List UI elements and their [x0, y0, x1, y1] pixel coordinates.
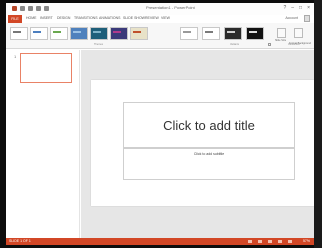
theme-accent-swatch [227, 31, 235, 33]
view-buttons [248, 240, 292, 243]
tab-design[interactable]: DESIGN [57, 16, 70, 20]
comments-icon[interactable] [258, 240, 262, 243]
tab-view[interactable]: VIEW [161, 16, 170, 20]
close-button[interactable]: × [307, 5, 310, 11]
theme-thumbnail[interactable] [110, 27, 128, 40]
normal-view-icon[interactable] [268, 240, 272, 243]
slide-sorter-icon[interactable] [278, 240, 282, 243]
title-placeholder-text: Click to add title [163, 117, 255, 133]
slide-thumbnail[interactable] [20, 53, 72, 83]
theme-accent-swatch [93, 31, 101, 33]
theme-thumbnail[interactable] [50, 27, 68, 40]
window-controls: ? – □ × [283, 5, 310, 11]
theme-accent-swatch [113, 31, 121, 33]
theme-thumbnail[interactable] [10, 27, 28, 40]
undo-icon[interactable] [28, 6, 33, 11]
theme-accent-swatch [133, 31, 141, 33]
slide-number: 1 [14, 54, 17, 59]
format-background-label: Format Background [289, 42, 311, 45]
theme-accent-swatch [249, 31, 257, 33]
group-label-themes: Themes [94, 43, 104, 46]
theme-accent-swatch [183, 31, 191, 33]
tab-transitions[interactable]: TRANSITIONS [74, 16, 98, 20]
variants-more-icon[interactable] [268, 43, 271, 46]
theme-accent-swatch [53, 31, 61, 33]
tab-slide-show[interactable]: SLIDE SHOW [123, 16, 145, 20]
title-bar: Presentation1 - PowerPoint ? – □ × [6, 3, 314, 15]
tab-file[interactable]: FILE [8, 15, 22, 23]
redo-icon[interactable] [36, 6, 41, 11]
group-label-variants: Variants [230, 43, 239, 46]
theme-accent-swatch [205, 31, 213, 33]
start-slideshow-icon[interactable] [44, 6, 49, 11]
theme-thumbnail[interactable] [30, 27, 48, 40]
theme-thumbnail[interactable] [180, 27, 198, 40]
help-button[interactable]: ? [283, 5, 286, 11]
theme-accent-swatch [33, 31, 41, 33]
save-icon[interactable] [20, 6, 25, 11]
status-bar: SLIDE 1 OF 1 57% [6, 238, 314, 245]
ribbon-tabs: FILE HOME INSERT DESIGN TRANSITIONS ANIM… [6, 15, 314, 23]
slide-size-button[interactable] [277, 28, 286, 38]
slide-size-label: Slide Size [275, 39, 287, 42]
theme-thumbnail[interactable] [70, 27, 88, 40]
title-placeholder[interactable]: Click to add title [123, 102, 295, 148]
maximize-button[interactable]: □ [299, 5, 302, 11]
theme-accent-swatch [73, 31, 81, 33]
slide-workspace: Click to add title Click to add subtitle [81, 50, 314, 238]
minimize-button[interactable]: – [291, 5, 294, 11]
powerpoint-window: Presentation1 - PowerPoint ? – □ × FILE … [6, 3, 314, 245]
theme-thumbnail[interactable] [202, 27, 220, 40]
subtitle-placeholder-text: Click to add subtitle [193, 152, 225, 156]
tab-animations[interactable]: ANIMATIONS [99, 16, 121, 20]
quick-access-toolbar [12, 6, 49, 11]
zoom-level[interactable]: 57% [303, 239, 310, 243]
screen-bezel-right [314, 0, 322, 248]
slide-canvas[interactable]: Click to add title Click to add subtitle [91, 80, 314, 206]
slide-thumbnails-pane: 1 [6, 50, 80, 238]
ribbon: Themes Variants Customize Slide Size For… [6, 23, 314, 49]
subtitle-placeholder[interactable]: Click to add subtitle [123, 148, 295, 180]
tab-home[interactable]: HOME [26, 16, 37, 20]
format-background-button[interactable] [294, 28, 303, 38]
reading-view-icon[interactable] [288, 240, 292, 243]
theme-thumbnail[interactable] [90, 27, 108, 40]
document-title: Presentation1 - PowerPoint [146, 5, 195, 10]
theme-thumbnail[interactable] [130, 27, 148, 40]
theme-accent-swatch [13, 31, 21, 33]
tab-insert[interactable]: INSERT [40, 16, 53, 20]
account-name[interactable]: Account [285, 16, 298, 20]
theme-thumbnail[interactable] [246, 27, 264, 40]
slide-count-status: SLIDE 1 OF 1 [9, 239, 31, 243]
avatar[interactable] [304, 15, 310, 22]
tab-review[interactable]: REVIEW [145, 16, 159, 20]
app-logo-icon [12, 6, 17, 11]
notes-icon[interactable] [248, 240, 252, 243]
theme-thumbnail[interactable] [224, 27, 242, 40]
